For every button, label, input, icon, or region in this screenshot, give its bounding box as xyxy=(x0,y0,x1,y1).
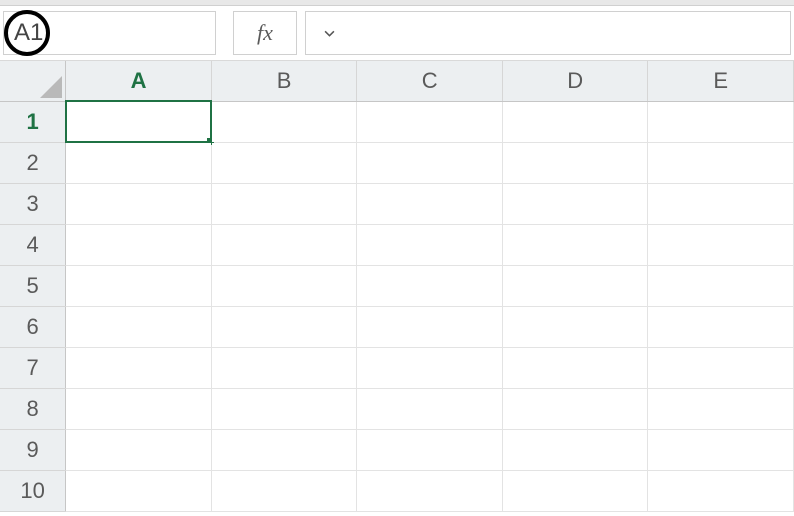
row-8: 8 xyxy=(0,388,794,429)
row-header-7[interactable]: 7 xyxy=(0,347,66,388)
row-10: 10 xyxy=(0,470,794,511)
cell-E7[interactable] xyxy=(648,347,794,388)
cell-A9[interactable] xyxy=(66,429,212,470)
cell-A5[interactable] xyxy=(66,265,212,306)
cell-D2[interactable] xyxy=(502,142,648,183)
cell-D3[interactable] xyxy=(502,183,648,224)
row-header-5[interactable]: 5 xyxy=(0,265,66,306)
cell-A8[interactable] xyxy=(66,388,212,429)
cell-E4[interactable] xyxy=(648,224,794,265)
cell-C1[interactable] xyxy=(357,101,503,142)
cell-A7[interactable] xyxy=(66,347,212,388)
row-header-2[interactable]: 2 xyxy=(0,142,66,183)
cell-A4[interactable] xyxy=(66,224,212,265)
name-box-container xyxy=(3,11,216,55)
cell-E10[interactable] xyxy=(648,470,794,511)
cell-D9[interactable] xyxy=(502,429,648,470)
cell-E6[interactable] xyxy=(648,306,794,347)
row-7: 7 xyxy=(0,347,794,388)
cell-C8[interactable] xyxy=(357,388,503,429)
formula-bar: fx xyxy=(0,6,794,61)
cell-B7[interactable] xyxy=(211,347,357,388)
cell-C10[interactable] xyxy=(357,470,503,511)
cell-E2[interactable] xyxy=(648,142,794,183)
cell-C4[interactable] xyxy=(357,224,503,265)
cell-D6[interactable] xyxy=(502,306,648,347)
cell-E5[interactable] xyxy=(648,265,794,306)
row-3: 3 xyxy=(0,183,794,224)
cell-A1[interactable] xyxy=(66,101,212,142)
name-box-input[interactable] xyxy=(4,12,324,54)
select-all-triangle-icon xyxy=(40,76,62,98)
cell-B8[interactable] xyxy=(211,388,357,429)
cell-A2[interactable] xyxy=(66,142,212,183)
cell-B3[interactable] xyxy=(211,183,357,224)
row-header-3[interactable]: 3 xyxy=(0,183,66,224)
cell-D10[interactable] xyxy=(502,470,648,511)
cell-B6[interactable] xyxy=(211,306,357,347)
cell-B1[interactable] xyxy=(211,101,357,142)
cell-C3[interactable] xyxy=(357,183,503,224)
row-1: 1 xyxy=(0,101,794,142)
chevron-down-icon xyxy=(324,28,335,39)
cell-C2[interactable] xyxy=(357,142,503,183)
cell-D1[interactable] xyxy=(502,101,648,142)
row-header-1[interactable]: 1 xyxy=(0,101,66,142)
cell-C6[interactable] xyxy=(357,306,503,347)
row-2: 2 xyxy=(0,142,794,183)
row-header-10[interactable]: 10 xyxy=(0,470,66,511)
cell-D5[interactable] xyxy=(502,265,648,306)
cell-D8[interactable] xyxy=(502,388,648,429)
select-all-corner[interactable] xyxy=(0,61,66,101)
column-header-D[interactable]: D xyxy=(502,61,648,101)
row-header-6[interactable]: 6 xyxy=(0,306,66,347)
formula-input-container xyxy=(305,11,791,55)
cell-A6[interactable] xyxy=(66,306,212,347)
cell-C5[interactable] xyxy=(357,265,503,306)
cell-B4[interactable] xyxy=(211,224,357,265)
cell-B5[interactable] xyxy=(211,265,357,306)
row-header-9[interactable]: 9 xyxy=(0,429,66,470)
row-6: 6 xyxy=(0,306,794,347)
cell-E3[interactable] xyxy=(648,183,794,224)
cell-D7[interactable] xyxy=(502,347,648,388)
cell-C7[interactable] xyxy=(357,347,503,388)
cell-D4[interactable] xyxy=(502,224,648,265)
cell-E1[interactable] xyxy=(648,101,794,142)
cell-B2[interactable] xyxy=(211,142,357,183)
cell-B10[interactable] xyxy=(211,470,357,511)
column-header-row: A B C D E xyxy=(0,61,794,101)
column-header-C[interactable]: C xyxy=(357,61,503,101)
cell-B9[interactable] xyxy=(211,429,357,470)
formula-input[interactable] xyxy=(306,12,790,54)
column-header-A[interactable]: A xyxy=(66,61,212,101)
cell-E9[interactable] xyxy=(648,429,794,470)
row-4: 4 xyxy=(0,224,794,265)
row-header-4[interactable]: 4 xyxy=(0,224,66,265)
cell-A3[interactable] xyxy=(66,183,212,224)
spreadsheet-grid: A B C D E 1 2 3 4 5 xyxy=(0,61,794,512)
cell-A10[interactable] xyxy=(66,470,212,511)
row-header-8[interactable]: 8 xyxy=(0,388,66,429)
column-header-E[interactable]: E xyxy=(648,61,794,101)
column-header-B[interactable]: B xyxy=(211,61,357,101)
name-box-dropdown[interactable] xyxy=(324,12,335,54)
cell-E8[interactable] xyxy=(648,388,794,429)
cell-C9[interactable] xyxy=(357,429,503,470)
row-5: 5 xyxy=(0,265,794,306)
row-9: 9 xyxy=(0,429,794,470)
